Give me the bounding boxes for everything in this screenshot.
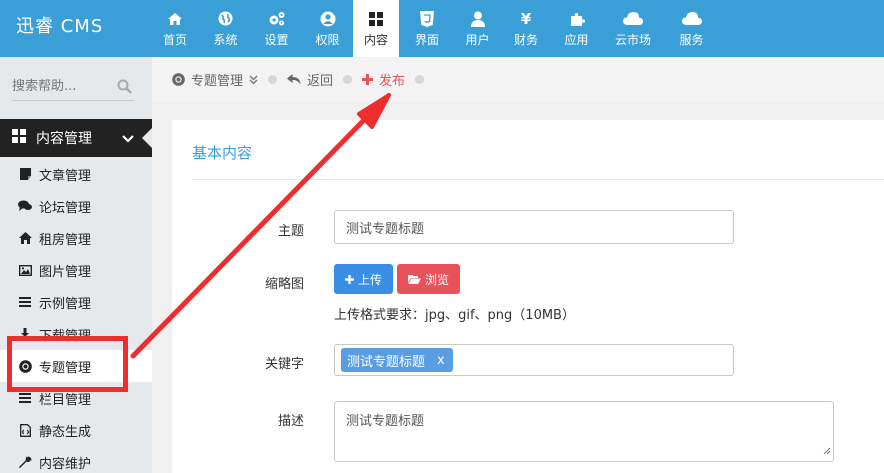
description-label: 描述	[277, 414, 304, 429]
back-button[interactable]: 返回	[287, 70, 333, 89]
resize-handle-icon[interactable]	[823, 444, 831, 459]
active-notch	[142, 128, 152, 148]
sidebar-item-topics[interactable]: 专题管理	[0, 350, 152, 382]
upload-hint: 上传格式要求：jpg、gif、png（10MB）	[334, 308, 575, 323]
description-textarea[interactable]: 测试专题标题	[334, 401, 834, 462]
wrench-icon	[18, 456, 32, 469]
nav-finance[interactable]: ¥ 财务	[500, 0, 552, 57]
sidebar-item-articles[interactable]: 文章管理	[0, 158, 152, 190]
nav-settings[interactable]: 设置	[251, 0, 302, 57]
divider	[192, 179, 884, 180]
plus-icon	[362, 74, 374, 85]
reply-icon	[287, 74, 301, 85]
app-logo[interactable]: 迅睿 CMS	[16, 12, 103, 38]
sidebar-item-images[interactable]: 图片管理	[0, 254, 152, 286]
main-nav: 首页 系统 设置 权限 内容 界面 用户 ¥ 财务 应用 云市场 服务	[150, 0, 718, 57]
separator-dot	[268, 75, 278, 84]
search-icon[interactable]	[117, 79, 132, 98]
nav-interface[interactable]: 界面	[399, 0, 455, 57]
section-title: 基本内容	[192, 144, 253, 162]
home-icon	[167, 10, 183, 28]
chrome-icon	[18, 359, 32, 373]
plus-icon	[344, 274, 354, 284]
subject-input[interactable]: 测试专题标题	[334, 210, 734, 244]
content-panel: 基本内容 主题 测试专题标题 缩略图 上传 浏览 上传格式要求：jpg、gif、…	[172, 120, 884, 473]
nav-permissions[interactable]: 权限	[302, 0, 353, 57]
puzzle-icon	[569, 10, 585, 28]
publish-button[interactable]: 发布	[362, 70, 405, 89]
browse-button[interactable]: 浏览	[397, 264, 460, 294]
breadcrumb-current[interactable]: 专题管理	[172, 70, 258, 89]
top-bar: 迅睿 CMS 首页 系统 设置 权限 内容 界面 用户 ¥ 财务 应用 云市场 …	[0, 0, 884, 57]
sidebar-section-title: 内容管理	[36, 131, 92, 147]
chevron-down-icon	[122, 132, 134, 148]
home-icon	[18, 232, 32, 244]
search-input[interactable]	[12, 73, 108, 99]
nav-system[interactable]: 系统	[200, 0, 251, 57]
comments-icon	[18, 200, 32, 212]
sidebar-item-rental[interactable]: 租房管理	[0, 222, 152, 254]
globe-icon	[218, 10, 233, 28]
cloud-icon	[623, 10, 643, 28]
file-icon	[18, 168, 32, 180]
sidebar-search	[12, 73, 134, 101]
grid-icon	[369, 10, 383, 28]
separator-dot	[415, 75, 425, 84]
nav-home[interactable]: 首页	[150, 0, 200, 57]
user-icon	[470, 10, 485, 28]
gears-icon	[268, 10, 286, 28]
breadcrumb: 专题管理 返回 发布	[152, 57, 884, 102]
sidebar: 内容管理 文章管理 论坛管理 租房管理 图片管理 示例管理 下载管理	[0, 57, 152, 473]
angle-double-down-icon	[249, 75, 258, 85]
list-icon	[18, 393, 32, 403]
upload-button[interactable]: 上传	[334, 264, 393, 294]
list-icon	[18, 297, 32, 307]
sidebar-item-forum[interactable]: 论坛管理	[0, 190, 152, 222]
nav-services[interactable]: 服务	[665, 0, 718, 57]
tag-remove-button[interactable]: x	[437, 353, 445, 368]
sidebar-item-columns[interactable]: 栏目管理	[0, 382, 152, 414]
keyword-tag: 测试专题标题 x	[341, 348, 453, 372]
sidebar-list: 文章管理 论坛管理 租房管理 图片管理 示例管理 下载管理 专题管理 栏目管理	[0, 158, 152, 473]
nav-apps[interactable]: 应用	[552, 0, 601, 57]
download-icon	[18, 328, 32, 340]
yen-icon: ¥	[520, 9, 532, 28]
thumbnail-label: 缩略图	[264, 277, 304, 292]
keywords-label: 关键字	[264, 357, 304, 372]
nav-cloud-market[interactable]: 云市场	[601, 0, 665, 57]
html-file-icon	[18, 423, 32, 437]
sidebar-item-downloads[interactable]: 下载管理	[0, 318, 152, 350]
sidebar-item-static[interactable]: 静态生成	[0, 414, 152, 446]
separator-dot	[343, 75, 353, 84]
nav-users[interactable]: 用户	[455, 0, 500, 57]
sidebar-section-header[interactable]: 内容管理	[0, 119, 152, 157]
folder-open-icon	[407, 274, 421, 284]
grid-icon	[12, 129, 26, 147]
cloud-icon	[681, 10, 702, 28]
sidebar-item-examples[interactable]: 示例管理	[0, 286, 152, 318]
user-circle-icon	[320, 10, 336, 28]
image-icon	[18, 264, 32, 276]
html5-icon	[420, 10, 434, 28]
nav-content[interactable]: 内容	[353, 0, 399, 57]
sidebar-item-maintenance[interactable]: 内容维护	[0, 446, 152, 473]
subject-label: 主题	[277, 224, 304, 239]
chrome-icon	[172, 73, 185, 86]
